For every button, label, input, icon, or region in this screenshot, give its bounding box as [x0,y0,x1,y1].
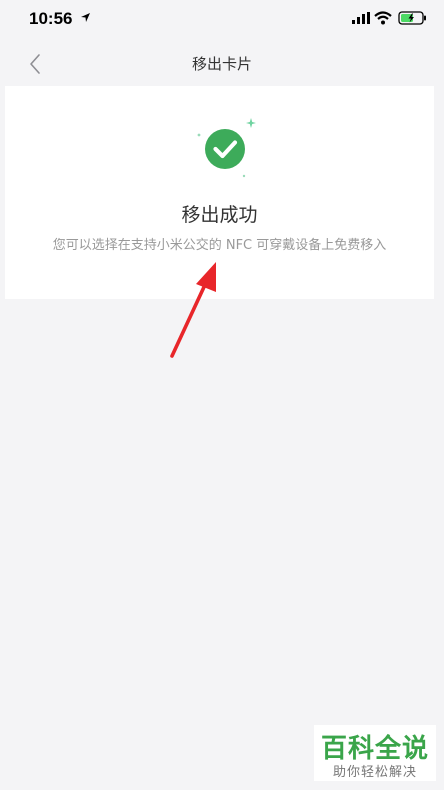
location-arrow-icon [81,13,90,22]
signal-icon [352,12,370,24]
watermark-logo: 百科全说 助你轻松解决 [314,725,436,781]
wifi-icon [374,11,392,25]
check-circle-icon [197,118,256,178]
red-arrow-icon [170,262,216,358]
status-bar: 10:56 [0,0,444,40]
battery-charging-icon [398,11,426,25]
result-description: 您可以选择在支持小米公交的 NFC 可穿戴设备上免费移入 [52,238,387,253]
page-title: 移出卡片 [191,55,252,73]
result-title: 移出成功 [181,204,258,226]
watermark-title: 百科全说 [320,734,429,764]
status-time: 10:56 [29,9,73,28]
watermark-subtitle: 助你轻松解决 [332,765,417,780]
nav-bar: 移出卡片 [0,40,444,86]
